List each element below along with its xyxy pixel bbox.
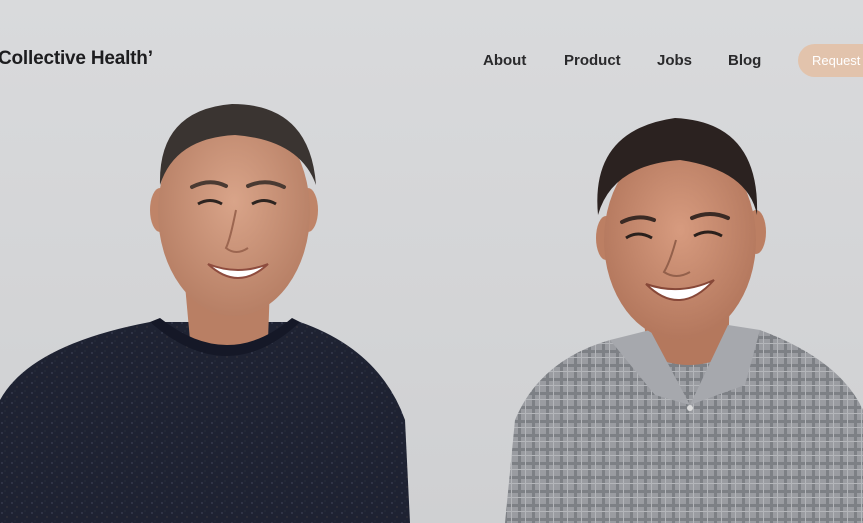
nav-link-jobs[interactable]: Jobs (657, 52, 692, 69)
right-person (505, 118, 863, 523)
left-person (0, 104, 410, 523)
request-demo-button[interactable]: Request a (798, 44, 863, 77)
nav-link-product[interactable]: Product (564, 52, 621, 69)
nav-link-about[interactable]: About (483, 52, 526, 69)
nav-link-blog[interactable]: Blog (728, 52, 761, 69)
brand-logo[interactable]: Collective Health’ (0, 48, 153, 70)
site-header: Collective Health’ About Product Jobs Bl… (0, 0, 863, 120)
page: Collective Health’ About Product Jobs Bl… (0, 0, 863, 523)
